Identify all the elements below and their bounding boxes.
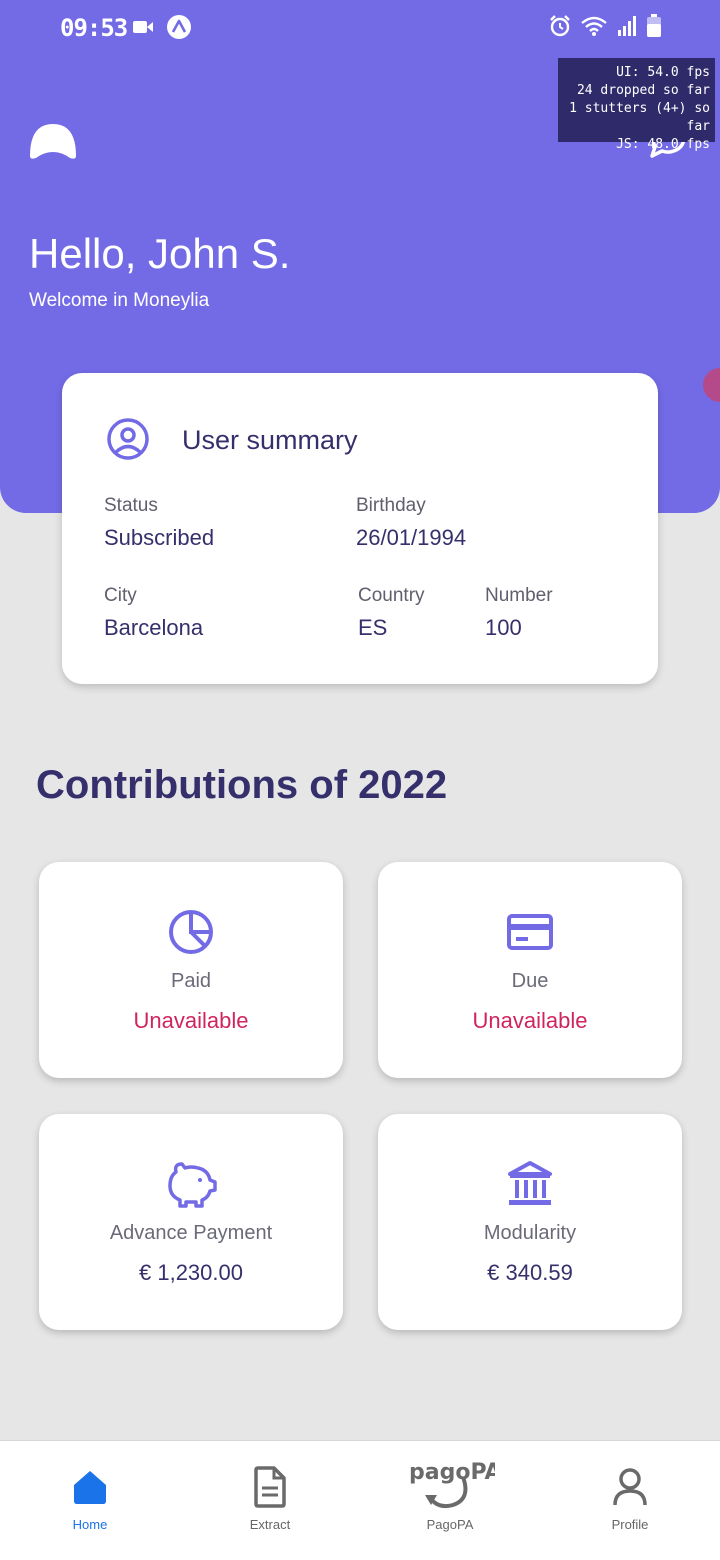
modularity-label: Modularity	[483, 1222, 577, 1244]
nav-profile-label: Profile	[611, 1517, 649, 1532]
signal-icon	[618, 16, 636, 36]
status-label: Status	[104, 495, 158, 516]
number-label: Number	[485, 585, 553, 606]
due-card[interactable]: Due Unavailable	[378, 862, 682, 1078]
home-icon	[74, 1471, 106, 1504]
paid-value: Unavailable	[133, 1008, 249, 1033]
perf-dropped: 24 dropped so far	[576, 83, 710, 98]
perf-js-fps: JS: 48.0 fps	[616, 137, 710, 152]
greeting-title: Hello, John S.	[29, 230, 291, 277]
perf-ui-fps: UI: 54.0 fps	[616, 65, 710, 80]
city-value: Barcelona	[104, 615, 204, 640]
birthday-label: Birthday	[356, 495, 426, 516]
video-camera-icon	[133, 21, 153, 33]
wifi-icon	[581, 16, 607, 36]
contributions-title: Contributions of 2022	[36, 763, 448, 807]
performance-overlay: UI: 54.0 fps 24 dropped so far 1 stutter…	[558, 58, 715, 152]
pagopa-logo-text: pagoPA	[409, 1460, 495, 1485]
summary-title: User summary	[182, 425, 358, 455]
nav-profile[interactable]: Profile	[540, 1441, 720, 1560]
expo-icon	[167, 15, 191, 39]
app-logo-icon	[30, 124, 76, 159]
piggy-bank-icon	[168, 1162, 217, 1208]
perf-stutters: 1 stutters (4+) so far	[569, 101, 710, 134]
person-icon	[613, 1468, 647, 1506]
due-label: Due	[511, 970, 549, 992]
due-value: Unavailable	[472, 1008, 588, 1033]
bank-building-icon	[508, 1161, 552, 1205]
modularity-card[interactable]: Modularity € 340.59	[378, 1114, 682, 1330]
credit-card-icon	[507, 914, 553, 950]
nav-pagopa[interactable]: pagoPA PagoPA	[360, 1441, 540, 1560]
bottom-navigation: Home Extract pagoPA PagoPA Profile	[0, 1440, 720, 1560]
modularity-value: € 340.59	[487, 1260, 573, 1285]
number-value: 100	[485, 615, 522, 640]
alarm-icon	[550, 15, 570, 37]
user-summary-card: User summary Status Subscribed Birthday …	[62, 373, 658, 684]
advance-payment-value: € 1,230.00	[139, 1260, 243, 1285]
nav-pagopa-label: PagoPA	[426, 1517, 474, 1532]
nav-home[interactable]: Home	[0, 1441, 180, 1560]
advance-payment-label: Advance Payment	[109, 1222, 273, 1244]
document-icon	[254, 1466, 286, 1508]
welcome-subtitle: Welcome in Moneylia	[29, 290, 210, 311]
city-label: City	[104, 585, 137, 606]
paid-card[interactable]: Paid Unavailable	[39, 862, 343, 1078]
status-time: 09:53	[60, 14, 128, 42]
nav-extract-label: Extract	[249, 1517, 291, 1532]
paid-label: Paid	[170, 970, 212, 992]
nav-home-label: Home	[72, 1517, 108, 1532]
pagopa-icon: pagoPA	[409, 1460, 495, 1509]
nav-extract[interactable]: Extract	[180, 1441, 360, 1560]
country-label: Country	[358, 585, 425, 606]
user-circle-icon	[107, 418, 149, 460]
status-value: Subscribed	[104, 525, 215, 550]
country-value: ES	[358, 615, 388, 640]
pie-chart-icon	[169, 910, 213, 954]
status-bar: 09:53	[0, 0, 720, 56]
battery-icon	[647, 14, 661, 37]
birthday-value: 26/01/1994	[356, 525, 467, 550]
advance-payment-card[interactable]: Advance Payment € 1,230.00	[39, 1114, 343, 1330]
